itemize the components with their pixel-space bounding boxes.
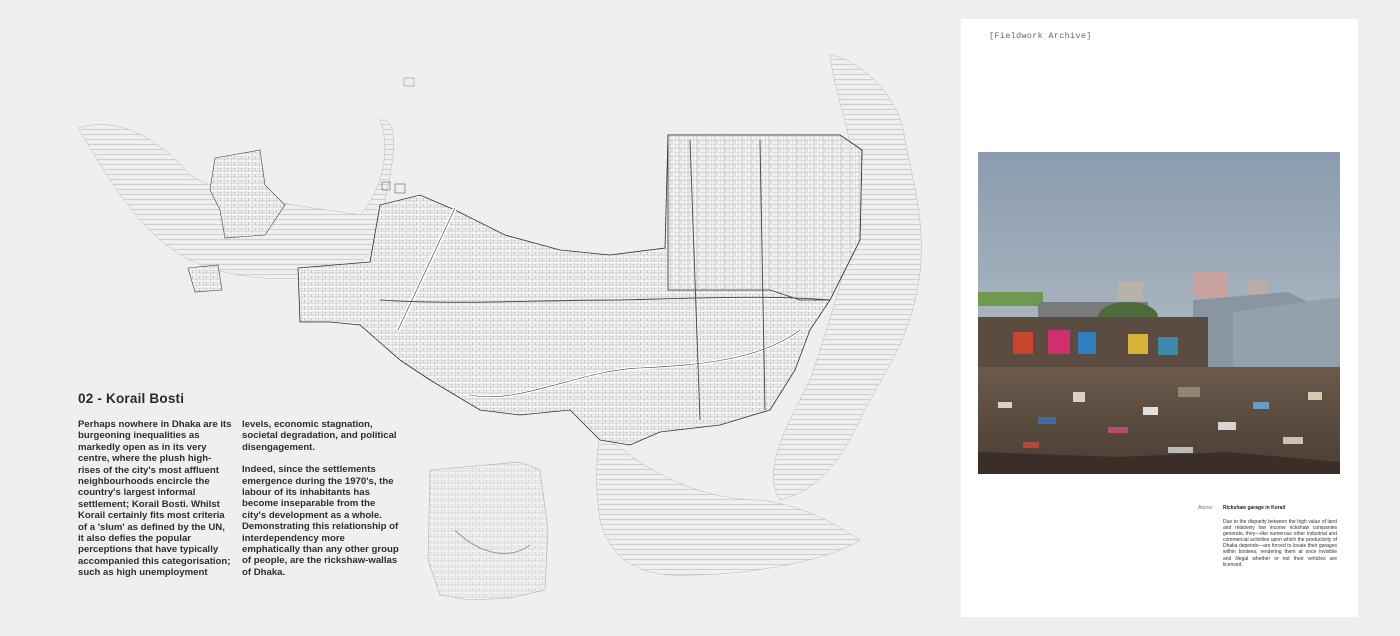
section-title: 02 - Korail Bosti bbox=[78, 391, 185, 406]
structure-small-2 bbox=[394, 183, 406, 194]
caption-prefix: Above: bbox=[1198, 505, 1214, 511]
body-paragraph: Indeed, since the settlements emergence … bbox=[242, 464, 399, 578]
caption-body: Due to the disparity between the high va… bbox=[1223, 519, 1337, 568]
body-paragraph: levels, economic stagnation, societal de… bbox=[242, 419, 397, 453]
right-page: [Fieldwork Archive] Above: Rickshaw gara… bbox=[961, 19, 1358, 617]
inset-key-plan bbox=[427, 461, 549, 601]
photo-illustration bbox=[978, 152, 1340, 474]
caption-title: Rickshaw garage in Korail bbox=[1223, 505, 1286, 511]
archive-label: [Fieldwork Archive] bbox=[989, 31, 1092, 41]
rickshaw-garage-photo bbox=[978, 152, 1340, 474]
left-page: 02 - Korail Bosti Perhaps nowhere in Dha… bbox=[0, 0, 960, 636]
settlement-north-block bbox=[667, 134, 863, 301]
body-paragraph: Perhaps nowhere in Dhaka are its burgeon… bbox=[78, 419, 232, 579]
settlement-west-islets bbox=[187, 264, 223, 293]
structure-small-1 bbox=[403, 77, 415, 87]
body-column-a: Perhaps nowhere in Dhaka are its burgeon… bbox=[78, 419, 233, 579]
body-column-b: levels, economic stagnation, societal de… bbox=[242, 419, 402, 578]
